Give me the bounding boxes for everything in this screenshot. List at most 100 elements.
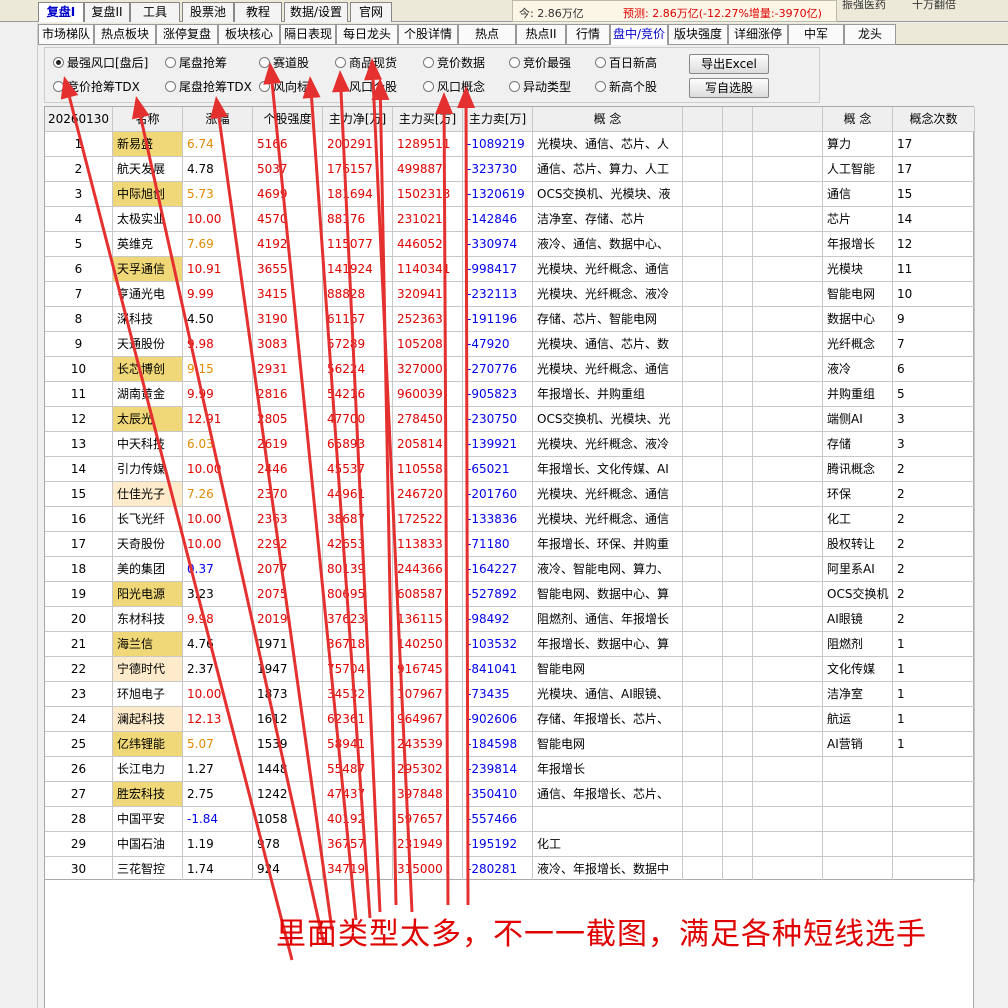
menu-tab-2[interactable]: 工具	[130, 2, 180, 22]
radio-option[interactable]: 竞价抢筹TDX	[53, 78, 140, 96]
table-row[interactable]: 27 胜宏科技 2.75 1242 47437 397848 -350410 通信、年报增长、…	[45, 782, 975, 807]
tab-7[interactable]: 热点	[458, 24, 516, 45]
concept-column-header[interactable]: 概 念	[823, 107, 893, 132]
radio-option[interactable]: 风向标	[259, 78, 309, 96]
empty-cell	[723, 307, 753, 332]
menu-tab-6[interactable]: 官网	[350, 2, 392, 22]
radio-option[interactable]: 异动类型	[509, 78, 571, 96]
table-row[interactable]: 29 中国石油 1.19 978 36757 231949 -195192 化工	[45, 832, 975, 857]
export-excel-button[interactable]: 导出Excel	[689, 54, 769, 74]
column-header[interactable]: 20260130	[45, 107, 113, 132]
table-row[interactable]: 21 海兰信 4.76 1971 36718 140250 -103532 年报增长、数据中心…	[45, 632, 975, 657]
table-row[interactable]: 7 亨通光电 9.99 3415 88828 320941 -232113 光模块、光纤概念、…	[45, 282, 975, 307]
radio-circle-icon[interactable]	[53, 81, 64, 92]
table-row[interactable]: 10 长芯博创 9.15 2931 56224 327000 -270776 光模块、光纤概念…	[45, 357, 975, 382]
menu-tab-1[interactable]: 复盘II	[84, 2, 130, 22]
table-row[interactable]: 22 宁德时代 2.37 1947 75704 916745 -841041 智能电网 文化传媒…	[45, 657, 975, 682]
radio-circle-icon[interactable]	[423, 81, 434, 92]
radio-circle-icon[interactable]	[595, 81, 606, 92]
cell-no: 27	[45, 782, 113, 807]
radio-option[interactable]: 最强风口[盘后]	[53, 54, 148, 72]
table-row[interactable]: 18 美的集团 0.37 2077 80139 244366 -164227 液冷、智能电网、…	[45, 557, 975, 582]
table-row[interactable]: 20 东材科技 9.98 2019 37623 136115 -98492 阻燃剂、通信、年报…	[45, 607, 975, 632]
table-row[interactable]: 2 航天发展 4.78 5037 176157 499887 -323730 通信、芯片、算力…	[45, 157, 975, 182]
top-right-label-1[interactable]: 振强医药	[842, 0, 886, 12]
radio-option[interactable]: 赛道股	[259, 54, 309, 72]
column-header[interactable]: 涨幅	[183, 107, 253, 132]
tab-9[interactable]: 行情	[566, 24, 610, 45]
table-row[interactable]: 14 引力传媒 10.00 2446 45537 110558 -65021 年报增长、文化传…	[45, 457, 975, 482]
table-row[interactable]: 30 三花智控 1.74 924 34719 315000 -280281 液冷、年报增长、数…	[45, 857, 975, 882]
column-header[interactable]: 主力卖[万]	[463, 107, 533, 132]
table-row[interactable]: 15 仕佳光子 7.26 2370 44961 246720 -201760 光模块、光纤概念…	[45, 482, 975, 507]
tab-6[interactable]: 个股详情	[398, 24, 458, 45]
table-row[interactable]: 13 中天科技 6.03 2619 65893 205814 -139921 光模块、光纤概念…	[45, 432, 975, 457]
radio-option[interactable]: 新高个股	[595, 78, 657, 96]
table-row[interactable]: 16 长飞光纤 10.00 2363 38687 172522 -133836 光模块、光纤概…	[45, 507, 975, 532]
column-header[interactable]: 概 念	[533, 107, 683, 132]
radio-circle-icon[interactable]	[259, 57, 270, 68]
menu-tab-5[interactable]: 数据/设置	[284, 2, 348, 22]
radio-circle-icon[interactable]	[509, 57, 520, 68]
radio-circle-icon[interactable]	[335, 81, 346, 92]
radio-circle-icon[interactable]	[165, 81, 176, 92]
radio-circle-icon[interactable]	[423, 57, 434, 68]
radio-option[interactable]: 竞价数据	[423, 54, 485, 72]
tab-3[interactable]: 板块核心	[218, 24, 280, 45]
tab-4[interactable]: 隔日表现	[280, 24, 336, 45]
table-row[interactable]: 8 深科技 4.50 3190 61167 252363 -191196 存储、芯片、智能电网…	[45, 307, 975, 332]
menu-tab-3[interactable]: 股票池	[182, 2, 234, 22]
empty-cell	[723, 482, 753, 507]
tab-14[interactable]: 龙头	[844, 24, 896, 45]
tab-5[interactable]: 每日龙头	[336, 24, 398, 45]
table-row[interactable]: 3 中际旭创 5.73 4699 181694 1502313 -1320619 OCS交换机…	[45, 182, 975, 207]
tab-2[interactable]: 涨停复盘	[156, 24, 218, 45]
radio-option[interactable]: 风口个股	[335, 78, 397, 96]
radio-option[interactable]: 商品现货	[335, 54, 397, 72]
tab-12[interactable]: 详细涨停	[728, 24, 788, 45]
table-row[interactable]: 9 天通股份 9.98 3083 57289 105208 -47920 光模块、通信、芯片、…	[45, 332, 975, 357]
column-header[interactable]: 名称	[113, 107, 183, 132]
table-row[interactable]: 19 阳光电源 3.23 2075 80695 608587 -527892 智能电网、数据中…	[45, 582, 975, 607]
radio-option[interactable]: 风口概念	[423, 78, 485, 96]
concept-column-header[interactable]: 概念次数	[893, 107, 975, 132]
table-row[interactable]: 23 环旭电子 10.00 1873 34532 107967 -73435 光模块、通信、A…	[45, 682, 975, 707]
table-row[interactable]: 4 太极实业 10.00 4570 88176 231021 -142846 洁净室、存储、芯…	[45, 207, 975, 232]
column-header[interactable]: 个股强度	[253, 107, 323, 132]
empty-cell	[753, 657, 823, 682]
radio-option[interactable]: 百日新高	[595, 54, 657, 72]
tab-13[interactable]: 中军	[788, 24, 844, 45]
radio-circle-icon[interactable]	[165, 57, 176, 68]
table-row[interactable]: 25 亿纬锂能 5.07 1539 58941 243539 -184598 智能电网 AI营销…	[45, 732, 975, 757]
table-row[interactable]: 12 太辰光 12.91 2805 47700 278450 -230750 OCS交换机、光…	[45, 407, 975, 432]
radio-option[interactable]: 尾盘抢筹TDX	[165, 78, 252, 96]
tab-8[interactable]: 热点II	[516, 24, 566, 45]
tab-10[interactable]: 盘中/竞价	[610, 24, 668, 45]
table-row[interactable]: 1 新易盛 6.74 5166 200291 1289511 -1089219 光模块、通信、…	[45, 132, 975, 157]
table-row[interactable]: 24 澜起科技 12.13 1612 62361 964967 -902606 存储、年报增长…	[45, 707, 975, 732]
radio-option[interactable]: 竞价最强	[509, 54, 571, 72]
table-row[interactable]: 28 中国平安 -1.84 1058 40192 597657 -557466	[45, 807, 975, 832]
tab-1[interactable]: 热点板块	[94, 24, 156, 45]
table-row[interactable]: 5 英维克 7.69 4192 115077 446052 -330974 液冷、通信、数据中…	[45, 232, 975, 257]
cell-str: 1873	[253, 682, 323, 707]
top-right-label-2[interactable]: 十万翻倍	[912, 0, 956, 12]
write-watchlist-button[interactable]: 写自选股	[689, 78, 769, 98]
table-row[interactable]: 26 长江电力 1.27 1448 55487 295302 -239814 年报增长	[45, 757, 975, 782]
radio-circle-icon[interactable]	[53, 57, 64, 68]
radio-circle-icon[interactable]	[509, 81, 520, 92]
table-row[interactable]: 11 湖南黄金 9.99 2816 54216 960039 -905823 年报增长、并购重…	[45, 382, 975, 407]
column-header[interactable]: 主力净[万]	[323, 107, 393, 132]
radio-circle-icon[interactable]	[259, 81, 270, 92]
table-row[interactable]: 17 天奇股份 10.00 2292 42653 113833 -71180 年报增长、环保、…	[45, 532, 975, 557]
column-header[interactable]: 主力买[万]	[393, 107, 463, 132]
radio-circle-icon[interactable]	[595, 57, 606, 68]
radio-circle-icon[interactable]	[335, 57, 346, 68]
empty-cell	[683, 632, 723, 657]
tab-0[interactable]: 市场梯队	[38, 24, 94, 45]
menu-tab-0[interactable]: 复盘I	[38, 2, 84, 22]
table-row[interactable]: 6 天孚通信 10.91 3655 141924 1140341 -998417 光模块、光纤…	[45, 257, 975, 282]
radio-option[interactable]: 尾盘抢筹	[165, 54, 227, 72]
menu-tab-4[interactable]: 教程	[234, 2, 282, 22]
tab-11[interactable]: 版块强度	[668, 24, 728, 45]
